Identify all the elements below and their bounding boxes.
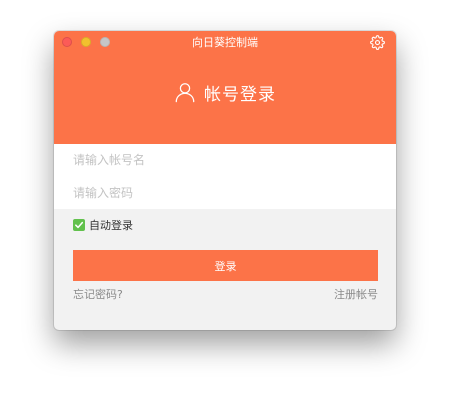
login-window: 向日葵控制端 帐号登录 自动登录: [54, 31, 396, 330]
username-input[interactable]: [54, 144, 373, 176]
auto-login-checkbox[interactable]: [73, 219, 85, 231]
user-icon: [174, 81, 196, 103]
auto-login-toggle[interactable]: 自动登录: [73, 217, 133, 233]
password-field: [54, 176, 396, 209]
auto-login-label: 自动登录: [89, 219, 133, 232]
forgot-password-link[interactable]: 忘记密码?: [73, 286, 123, 302]
window-header: 向日葵控制端 帐号登录: [54, 31, 396, 144]
window-title: 向日葵控制端: [192, 36, 258, 49]
gear-icon[interactable]: [370, 35, 385, 50]
page-title: 帐号登录: [204, 84, 276, 105]
header-heading: 帐号登录: [54, 79, 396, 105]
login-button[interactable]: 登录: [73, 250, 378, 281]
password-input[interactable]: [54, 176, 373, 209]
checkmark-icon: [75, 221, 84, 229]
register-account-link[interactable]: 注册帐号: [334, 286, 378, 302]
username-field: [54, 144, 396, 176]
